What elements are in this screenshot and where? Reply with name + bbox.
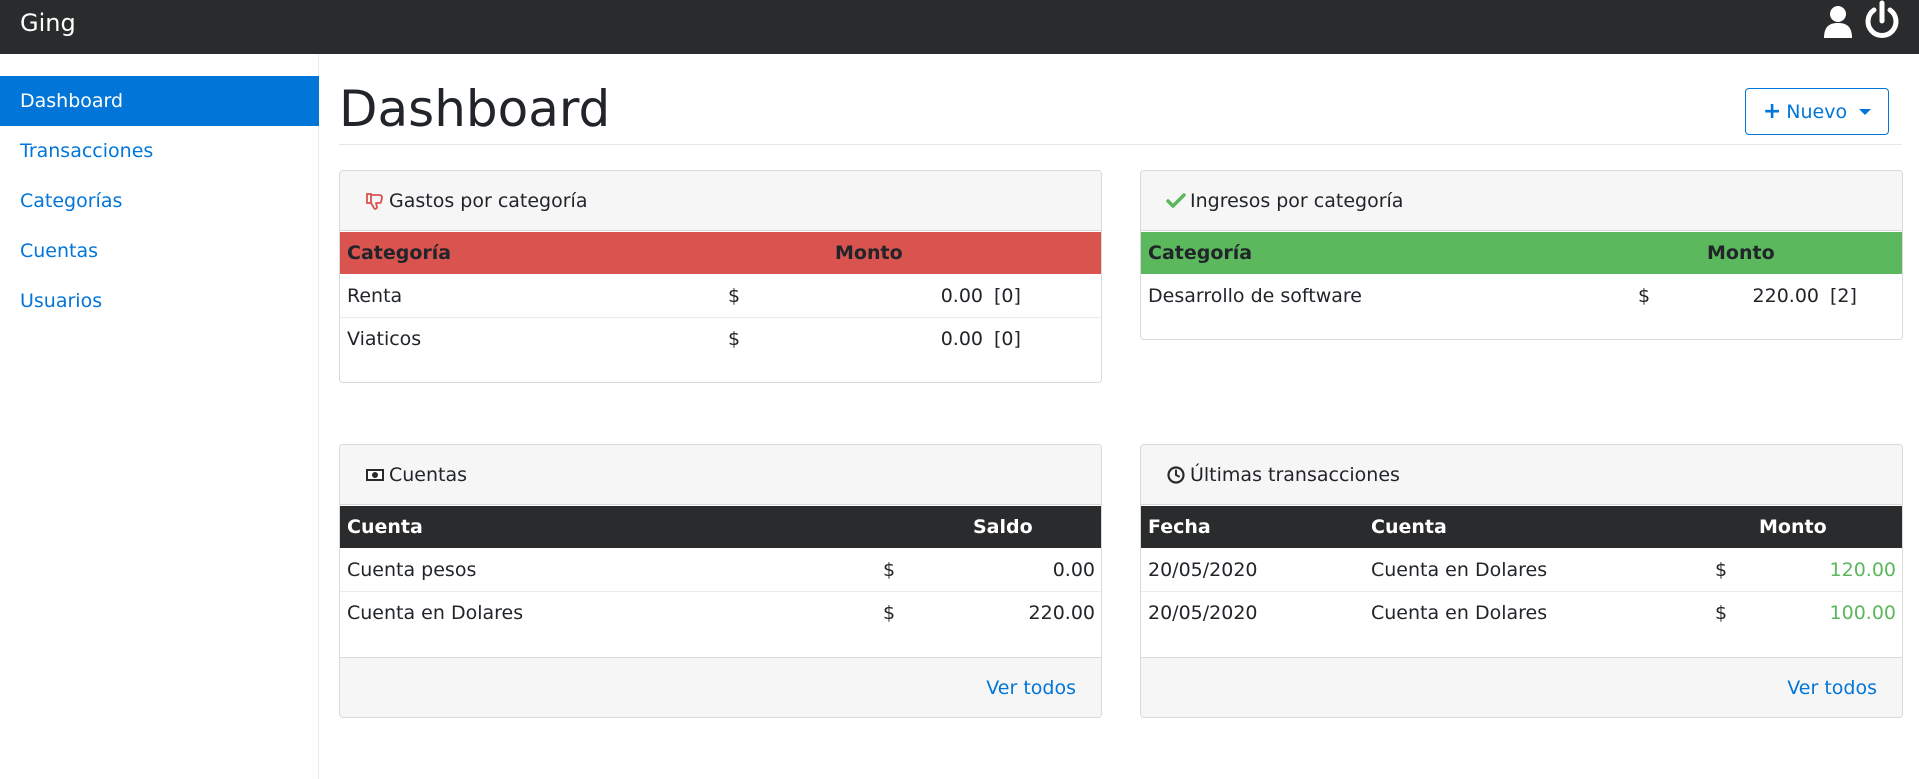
power-icon[interactable] <box>1862 0 1902 44</box>
card-footer: Ver todos <box>1141 657 1902 717</box>
fecha-cell: 20/05/2020 <box>1148 559 1258 581</box>
thumbs-down-icon <box>366 192 383 210</box>
header-divider <box>339 144 1902 145</box>
ingresos-card: Ingresos por categoría Categoría Monto D… <box>1140 170 1903 340</box>
categoria-cell: Viaticos <box>347 328 422 350</box>
card-title: Cuentas <box>389 463 468 486</box>
currency-cell: $ <box>728 285 741 307</box>
table-header: Categoría Monto <box>340 232 1101 274</box>
card-header: Ingresos por categoría <box>1141 171 1902 231</box>
currency-cell: $ <box>728 328 741 350</box>
caret-down-icon <box>1859 108 1872 115</box>
monto-cell: 0.00 <box>940 328 983 350</box>
brand-logo[interactable]: Ging <box>20 9 76 37</box>
column-header-fecha: Fecha <box>1148 516 1211 538</box>
saldo-cell: 0.00 <box>1052 559 1095 581</box>
count-cell: [2] <box>1830 285 1857 307</box>
plus-icon: + <box>1762 99 1782 124</box>
fecha-cell: 20/05/2020 <box>1148 602 1258 624</box>
gastos-card: Gastos por categoría Categoría Monto Ren… <box>339 170 1102 383</box>
table-row: Cuenta pesos $ 0.00 <box>340 549 1101 592</box>
column-header-cuenta: Cuenta <box>347 516 423 538</box>
sidebar-item-categorias[interactable]: Categorías <box>0 176 319 226</box>
card-header: Gastos por categoría <box>340 171 1101 231</box>
column-header-categoria: Categoría <box>347 242 452 264</box>
cuenta-cell: Cuenta en Dolares <box>1371 559 1548 581</box>
sidebar: Dashboard Transacciones Categorías Cuent… <box>0 54 319 779</box>
sidebar-item-cuentas[interactable]: Cuentas <box>0 226 319 276</box>
table-row: 20/05/2020 Cuenta en Dolares $ 100.00 <box>1141 592 1902 635</box>
table-row: Cuenta en Dolares $ 220.00 <box>340 592 1101 635</box>
column-header-monto: Monto <box>1759 516 1827 538</box>
column-header-categoria: Categoría <box>1148 242 1253 264</box>
count-cell: [0] <box>994 285 1021 307</box>
currency-cell: $ <box>1638 285 1651 307</box>
currency-cell: $ <box>1715 602 1728 624</box>
monto-cell: 220.00 <box>1752 285 1819 307</box>
cuenta-cell: Cuenta en Dolares <box>347 602 524 624</box>
column-header-saldo: Saldo <box>973 516 1033 538</box>
cuenta-cell: Cuenta pesos <box>347 559 477 581</box>
categoria-cell: Desarrollo de software <box>1148 285 1362 307</box>
nuevo-dropdown-button[interactable]: + Nuevo <box>1745 88 1889 135</box>
sidebar-item-transacciones[interactable]: Transacciones <box>0 126 319 176</box>
cuentas-card: Cuentas Cuenta Saldo Cuenta pesos $ 0.00… <box>339 444 1102 718</box>
user-icon[interactable] <box>1822 0 1854 44</box>
card-title: Ingresos por categoría <box>1190 189 1404 212</box>
currency-cell: $ <box>883 602 896 624</box>
card-title: Últimas transacciones <box>1190 463 1400 486</box>
currency-cell: $ <box>883 559 896 581</box>
table-row: 20/05/2020 Cuenta en Dolares $ 120.00 <box>1141 549 1902 592</box>
card-footer: Ver todos <box>340 657 1101 717</box>
card-title: Gastos por categoría <box>389 189 588 212</box>
table-header: Categoría Monto <box>1141 232 1902 274</box>
cuenta-cell: Cuenta en Dolares <box>1371 602 1548 624</box>
table-row: Viaticos $ 0.00 [0] <box>340 318 1101 361</box>
ver-todos-link[interactable]: Ver todos <box>986 658 1076 717</box>
saldo-cell: 220.00 <box>1028 602 1095 624</box>
check-icon <box>1166 192 1186 208</box>
clock-icon <box>1167 465 1185 484</box>
transacciones-card: Últimas transacciones Fecha Cuenta Monto… <box>1140 444 1903 718</box>
table-row: Renta $ 0.00 [0] <box>340 275 1101 318</box>
monto-cell: 0.00 <box>940 285 983 307</box>
sidebar-item-dashboard[interactable]: Dashboard <box>0 76 319 126</box>
column-header-cuenta: Cuenta <box>1371 516 1447 538</box>
money-icon <box>366 468 384 481</box>
top-navbar: Ging <box>0 0 1919 54</box>
sidebar-item-usuarios[interactable]: Usuarios <box>0 276 319 326</box>
column-header-monto: Monto <box>1707 242 1775 264</box>
count-cell: [0] <box>994 328 1021 350</box>
card-header: Cuentas <box>340 445 1101 505</box>
table-header: Cuenta Saldo <box>340 506 1101 548</box>
currency-cell: $ <box>1715 559 1728 581</box>
categoria-cell: Renta <box>347 285 403 307</box>
ver-todos-link[interactable]: Ver todos <box>1787 658 1877 717</box>
card-header: Últimas transacciones <box>1141 445 1902 505</box>
monto-cell: 100.00 <box>1829 602 1896 624</box>
nuevo-label: Nuevo <box>1786 100 1848 123</box>
page-title: Dashboard <box>339 80 611 138</box>
column-header-monto: Monto <box>835 242 903 264</box>
table-header: Fecha Cuenta Monto <box>1141 506 1902 548</box>
table-row: Desarrollo de software $ 220.00 [2] <box>1141 275 1902 318</box>
monto-cell: 120.00 <box>1829 559 1896 581</box>
